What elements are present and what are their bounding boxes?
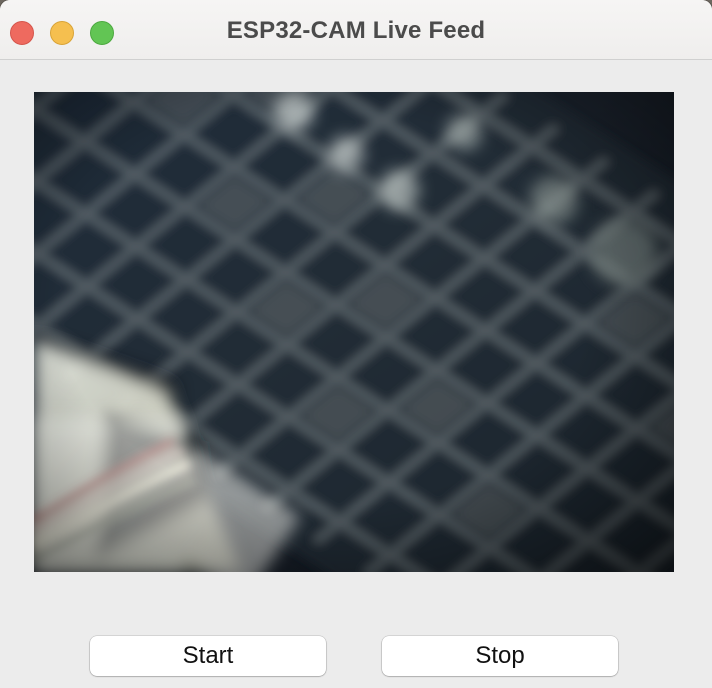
app-window: ESP32-CAM Live Feed Start Stop [0,0,712,688]
start-button[interactable]: Start [90,636,326,676]
window-title: ESP32-CAM Live Feed [226,17,486,44]
camera-feed [34,92,674,572]
stop-button[interactable]: Stop [382,636,618,676]
camera-frame [34,92,674,572]
title-bar[interactable]: ESP32-CAM Live Feed [0,0,712,60]
